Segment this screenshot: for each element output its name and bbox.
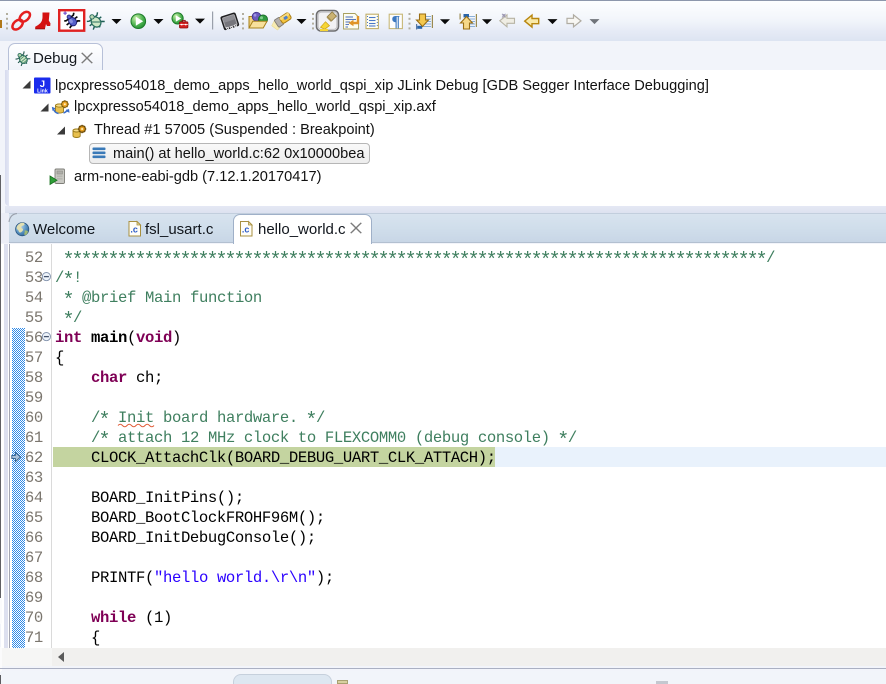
svg-text:Link: Link: [37, 89, 48, 95]
svg-text:.c: .c: [130, 225, 138, 235]
svg-text:.c: .c: [242, 225, 250, 235]
